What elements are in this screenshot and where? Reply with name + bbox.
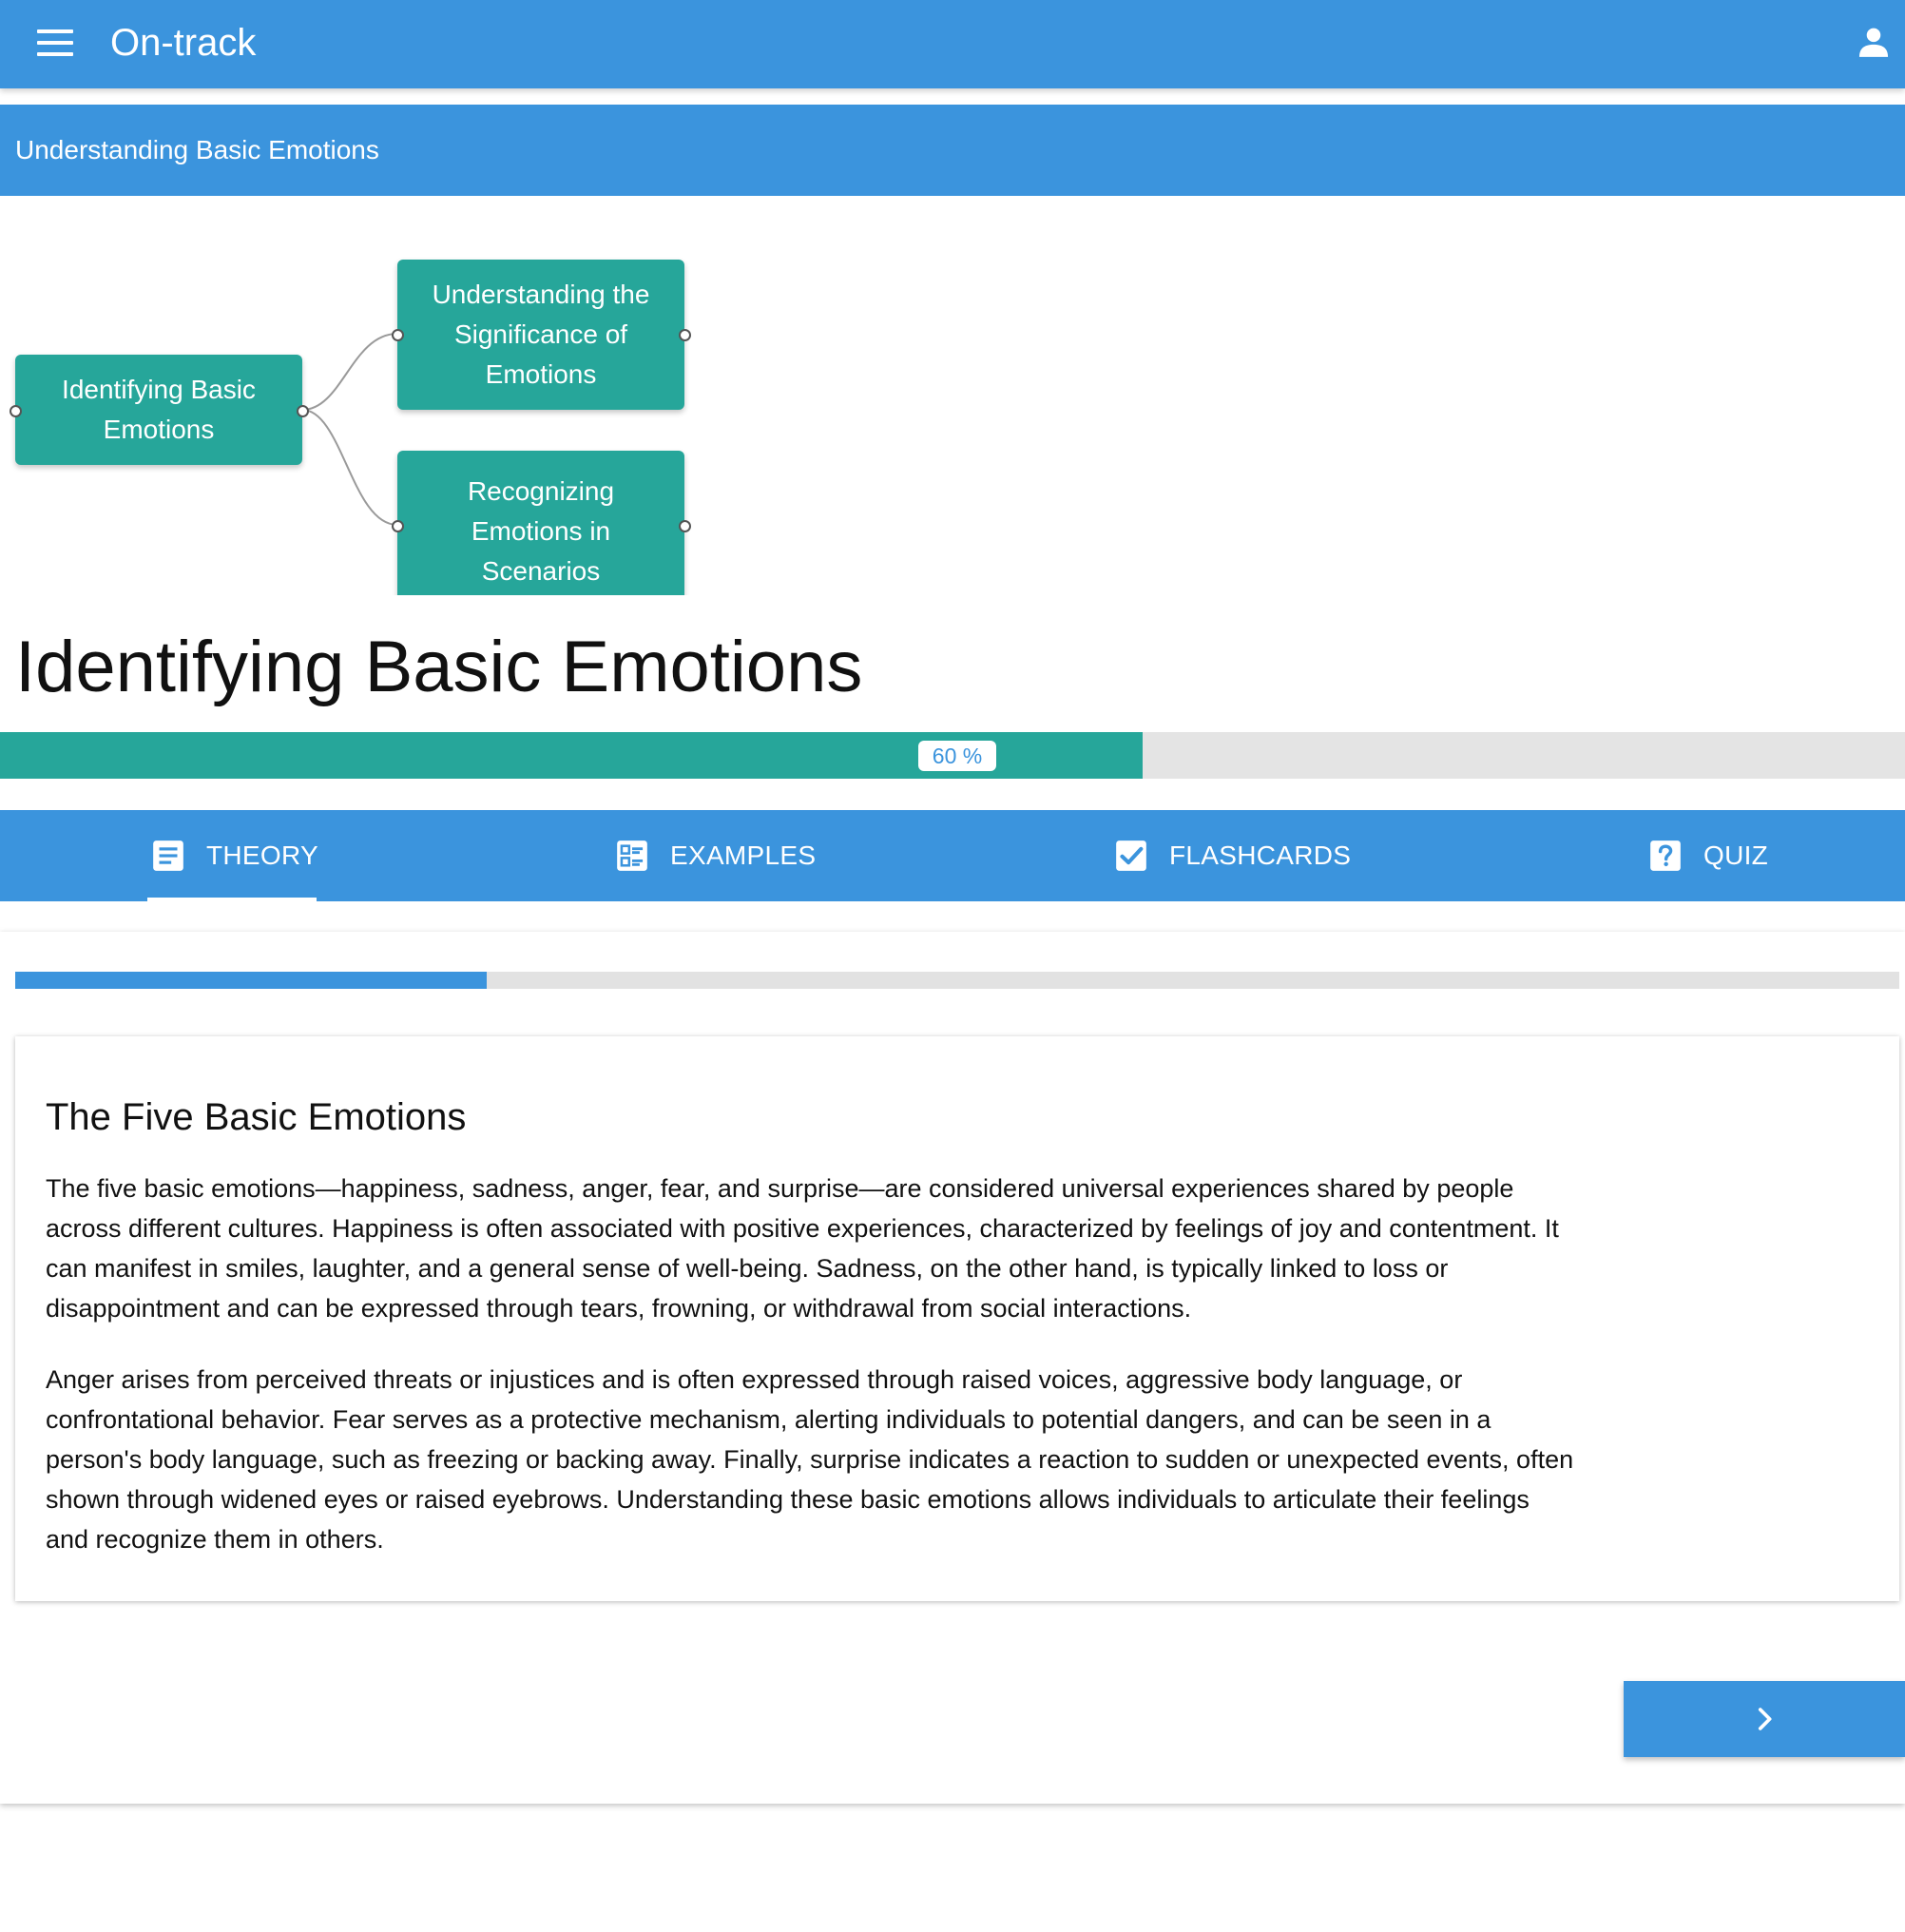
mindmap-anchor-dot	[392, 329, 404, 341]
app-bar: On-track	[0, 0, 1905, 88]
theory-paragraph: The five basic emotions—happiness, sadne…	[46, 1174, 1559, 1323]
mindmap-node-root[interactable]: Identifying Basic Emotions	[15, 355, 302, 465]
topic-progress-label: 60 %	[918, 741, 996, 771]
mindmap-anchor-dot	[392, 520, 404, 532]
mindmap-anchor-dot	[297, 405, 309, 417]
page-title: Identifying Basic Emotions	[15, 627, 863, 707]
mindmap-node-label: Understanding the Significance of Emotio…	[432, 280, 650, 389]
mindmap-node-label: Identifying Basic Emotions	[62, 375, 256, 444]
topic-progress-bar: 60 %	[0, 732, 1905, 779]
tab-label: FLASHCARDS	[1169, 840, 1352, 870]
topic-mindmap: Identifying Basic Emotions Understanding…	[0, 196, 1905, 595]
tab-theory[interactable]: THEORY	[150, 810, 318, 901]
course-title: Understanding Basic Emotions	[15, 135, 379, 164]
chevron-right-icon	[1758, 1708, 1772, 1730]
check-box-icon	[1116, 840, 1146, 871]
mindmap-node-significance[interactable]: Understanding the Significance of Emotio…	[397, 260, 684, 410]
tab-quiz[interactable]: QUIZ	[1647, 810, 1768, 901]
tab-label: EXAMPLES	[670, 840, 817, 870]
tab-label: THEORY	[206, 840, 318, 870]
mindmap-anchor-dot	[10, 405, 22, 417]
course-header: Understanding Basic Emotions	[0, 105, 1905, 196]
mindmap-connector	[301, 409, 398, 526]
mindmap-connector	[301, 333, 398, 411]
active-tab-indicator	[147, 898, 317, 901]
mindmap-node-scenarios[interactable]: Recognizing Emotions in Scenarios	[397, 451, 684, 595]
content-tabs: THEORY EXAMPLES FLASHCARDS QUIZ	[0, 810, 1905, 901]
account-icon[interactable]	[1856, 24, 1892, 60]
theory-panel: The Five Basic Emotions The five basic e…	[0, 932, 1905, 1804]
tab-examples[interactable]: EXAMPLES	[614, 810, 816, 901]
section-progress-fill	[15, 972, 487, 989]
mindmap-node-label: Recognizing Emotions in Scenarios	[467, 476, 615, 586]
tab-flashcards[interactable]: FLASHCARDS	[1113, 810, 1351, 901]
theory-card: The Five Basic Emotions The five basic e…	[15, 1036, 1899, 1601]
theory-heading: The Five Basic Emotions	[46, 1096, 467, 1138]
menu-icon[interactable]	[37, 29, 73, 56]
tab-label: QUIZ	[1703, 840, 1769, 870]
mindmap-anchor-dot	[679, 329, 691, 341]
dashboard-list-icon	[617, 840, 647, 871]
next-button[interactable]	[1624, 1681, 1905, 1757]
app-title: On-track	[110, 22, 257, 64]
article-icon	[153, 840, 183, 871]
theory-paragraph: Anger arises from perceived threats or i…	[46, 1365, 1574, 1554]
mindmap-anchor-dot	[679, 520, 691, 532]
section-progress-bar	[15, 972, 1899, 989]
help-box-icon	[1650, 840, 1681, 871]
